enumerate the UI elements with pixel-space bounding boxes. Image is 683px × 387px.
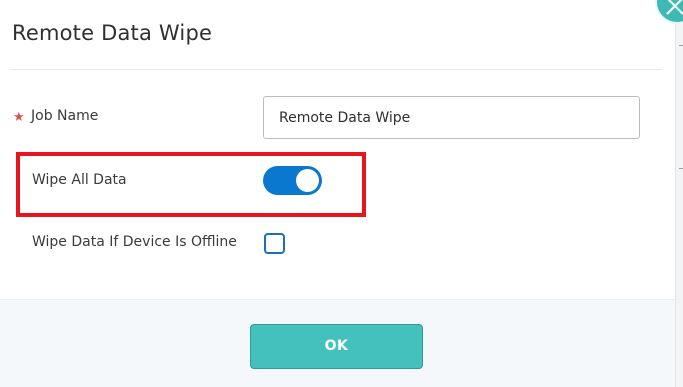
close-icon bbox=[666, 0, 683, 15]
toggle-knob bbox=[296, 169, 319, 192]
wipe-if-offline-checkbox[interactable] bbox=[264, 233, 285, 254]
job-name-input[interactable] bbox=[263, 96, 640, 139]
required-indicator: ★ bbox=[13, 110, 25, 125]
job-name-label: Job Name bbox=[31, 108, 99, 124]
header-divider bbox=[11, 69, 662, 70]
edge-tick bbox=[679, 168, 683, 169]
wipe-all-data-toggle[interactable] bbox=[263, 166, 322, 195]
edge-tick bbox=[679, 45, 683, 46]
dialog-title: Remote Data Wipe bbox=[12, 21, 213, 45]
background-page-edge bbox=[675, 0, 683, 387]
ok-button[interactable]: OK bbox=[250, 324, 423, 369]
wipe-all-data-label: Wipe All Data bbox=[32, 172, 127, 188]
remote-data-wipe-dialog: Remote Data Wipe ★ Job Name Wipe All Dat… bbox=[0, 0, 683, 387]
wipe-if-offline-label: Wipe Data If Device Is Offline bbox=[32, 234, 237, 250]
close-button[interactable] bbox=[655, 0, 683, 24]
